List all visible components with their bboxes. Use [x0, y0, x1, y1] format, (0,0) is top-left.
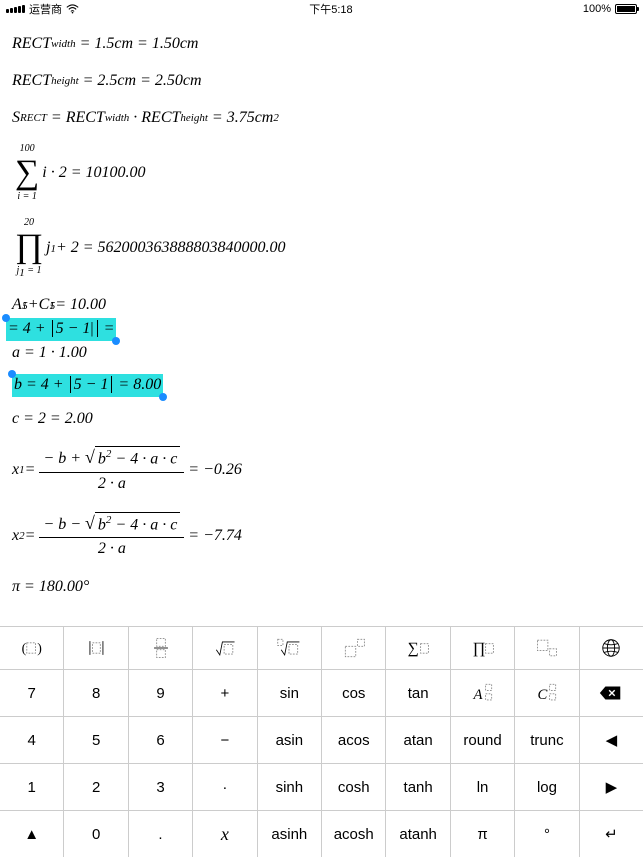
battery-percent: 100%	[583, 3, 611, 15]
expr-a[interactable]: a = 1 · 1.00	[12, 343, 631, 364]
key-product[interactable]: ∏	[451, 627, 515, 669]
key-permutation[interactable]: A	[451, 670, 515, 716]
svg-text:∏: ∏	[472, 640, 485, 657]
key-sin[interactable]: sin	[258, 670, 322, 716]
expr-rect-height[interactable]: RECTheight = 2.5cm = 2.50cm	[12, 71, 631, 92]
keyboard: () ∑ ∏ 7 8 9 + sin cos tan A C 4 5 6 − a…	[0, 626, 643, 857]
key-round[interactable]: round	[451, 717, 515, 763]
expr-c[interactable]: c = 2 = 2.00	[12, 409, 631, 430]
expr-b-selected[interactable]: b = 4 + 5 − 1 = 8.00	[12, 374, 631, 397]
selection-highlight[interactable]: = 4 + 5 − 1| =	[6, 318, 116, 341]
key-6[interactable]: 6	[129, 717, 193, 763]
key-acosh[interactable]: acosh	[322, 811, 386, 857]
status-time: 下午5:18	[309, 1, 352, 17]
expr-sum[interactable]: 100∑i = 1 i · 2 = 10100.00	[12, 144, 631, 202]
key-log[interactable]: log	[515, 764, 579, 810]
expr-pi[interactable]: π = 180.00°	[12, 577, 631, 598]
key-sqrt[interactable]	[193, 627, 257, 669]
expr-x1[interactable]: x1 = − b + √b2 − 4 · a · c 2 · a = −0.26	[12, 445, 631, 495]
status-left: 运营商	[6, 1, 79, 17]
keyboard-row-2: 4 5 6 − asin acos atan round trunc ◀	[0, 716, 643, 763]
svg-text:∑: ∑	[408, 640, 419, 657]
key-9[interactable]: 9	[129, 670, 193, 716]
key-combination[interactable]: C	[515, 670, 579, 716]
key-variable-x[interactable]: x	[193, 811, 257, 857]
key-parens[interactable]: ()	[0, 627, 64, 669]
key-trunc[interactable]: trunc	[515, 717, 579, 763]
key-5[interactable]: 5	[64, 717, 128, 763]
expr-rect-area[interactable]: SRECT = RECTwidth · RECTheight = 3.75cm2	[12, 108, 631, 129]
svg-text:C: C	[537, 687, 547, 703]
key-fraction[interactable]	[129, 627, 193, 669]
signal-icon	[6, 5, 25, 13]
key-minus[interactable]: −	[193, 717, 257, 763]
expr-editing-selection[interactable]: = 4 + 5 − 1| =	[6, 318, 631, 341]
expr-combinatorics[interactable]: A15 + C15 = 10.00	[12, 295, 631, 316]
key-3[interactable]: 3	[129, 764, 193, 810]
status-right: 100%	[583, 3, 637, 15]
status-bar: 运营商 下午5:18 100%	[0, 0, 643, 18]
key-nroot[interactable]	[258, 627, 322, 669]
key-0[interactable]: 0	[64, 811, 128, 857]
keyboard-row-3: 1 2 3 · sinh cosh tanh ln log ▶	[0, 763, 643, 810]
svg-text:): )	[37, 640, 42, 656]
key-cos[interactable]: cos	[322, 670, 386, 716]
sigma-icon: ∑	[15, 156, 39, 190]
key-4[interactable]: 4	[0, 717, 64, 763]
key-2[interactable]: 2	[64, 764, 128, 810]
expr-product[interactable]: 20∏j1 = 1 j1 + 2 = 562000363888803840000…	[12, 218, 631, 279]
key-atanh[interactable]: atanh	[386, 811, 450, 857]
globe-icon	[598, 637, 624, 659]
keyboard-row-1: 7 8 9 + sin cos tan A C	[0, 669, 643, 716]
key-asin[interactable]: asin	[258, 717, 322, 763]
key-ln[interactable]: ln	[451, 764, 515, 810]
key-subscript[interactable]	[515, 627, 579, 669]
svg-text:A: A	[472, 687, 483, 703]
key-tan[interactable]: tan	[386, 670, 450, 716]
pi-product-icon: ∏	[15, 230, 43, 264]
svg-text:(: (	[21, 640, 26, 656]
key-right[interactable]: ▶	[580, 764, 643, 810]
keyboard-row-symbols: () ∑ ∏	[0, 626, 643, 669]
key-acos[interactable]: acos	[322, 717, 386, 763]
key-atan[interactable]: atan	[386, 717, 450, 763]
key-sum[interactable]: ∑	[386, 627, 450, 669]
key-globe[interactable]	[580, 627, 643, 669]
key-plus[interactable]: +	[193, 670, 257, 716]
key-up[interactable]: ▲	[0, 811, 64, 857]
selection-highlight-b[interactable]: b = 4 + 5 − 1 = 8.00	[12, 374, 163, 397]
key-1[interactable]: 1	[0, 764, 64, 810]
math-content[interactable]: RECTwidth = 1.5cm = 1.50cm RECTheight = …	[0, 18, 643, 610]
battery-icon	[615, 4, 637, 14]
keyboard-row-4: ▲ 0 . x asinh acosh atanh π ° ↵	[0, 810, 643, 857]
key-pi[interactable]: π	[451, 811, 515, 857]
selection-handle-end[interactable]	[159, 393, 167, 401]
key-left[interactable]: ◀	[580, 717, 643, 763]
selection-handle-start[interactable]	[8, 370, 16, 378]
key-decimal[interactable]: .	[129, 811, 193, 857]
key-multiply[interactable]: ·	[193, 764, 257, 810]
carrier-label: 运营商	[29, 1, 62, 17]
key-7[interactable]: 7	[0, 670, 64, 716]
expr-x2[interactable]: x2 = − b − √b2 − 4 · a · c 2 · a = −7.74	[12, 511, 631, 561]
key-tanh[interactable]: tanh	[386, 764, 450, 810]
key-asinh[interactable]: asinh	[258, 811, 322, 857]
backspace-icon	[598, 682, 624, 704]
key-power[interactable]	[322, 627, 386, 669]
key-sinh[interactable]: sinh	[258, 764, 322, 810]
key-abs[interactable]	[64, 627, 128, 669]
text-cursor: |	[90, 320, 93, 337]
key-cosh[interactable]: cosh	[322, 764, 386, 810]
key-8[interactable]: 8	[64, 670, 128, 716]
wifi-icon	[66, 4, 79, 14]
key-degree[interactable]: °	[515, 811, 579, 857]
key-enter[interactable]: ↵	[580, 811, 643, 857]
key-backspace[interactable]	[580, 670, 643, 716]
expr-rect-width[interactable]: RECTwidth = 1.5cm = 1.50cm	[12, 34, 631, 55]
